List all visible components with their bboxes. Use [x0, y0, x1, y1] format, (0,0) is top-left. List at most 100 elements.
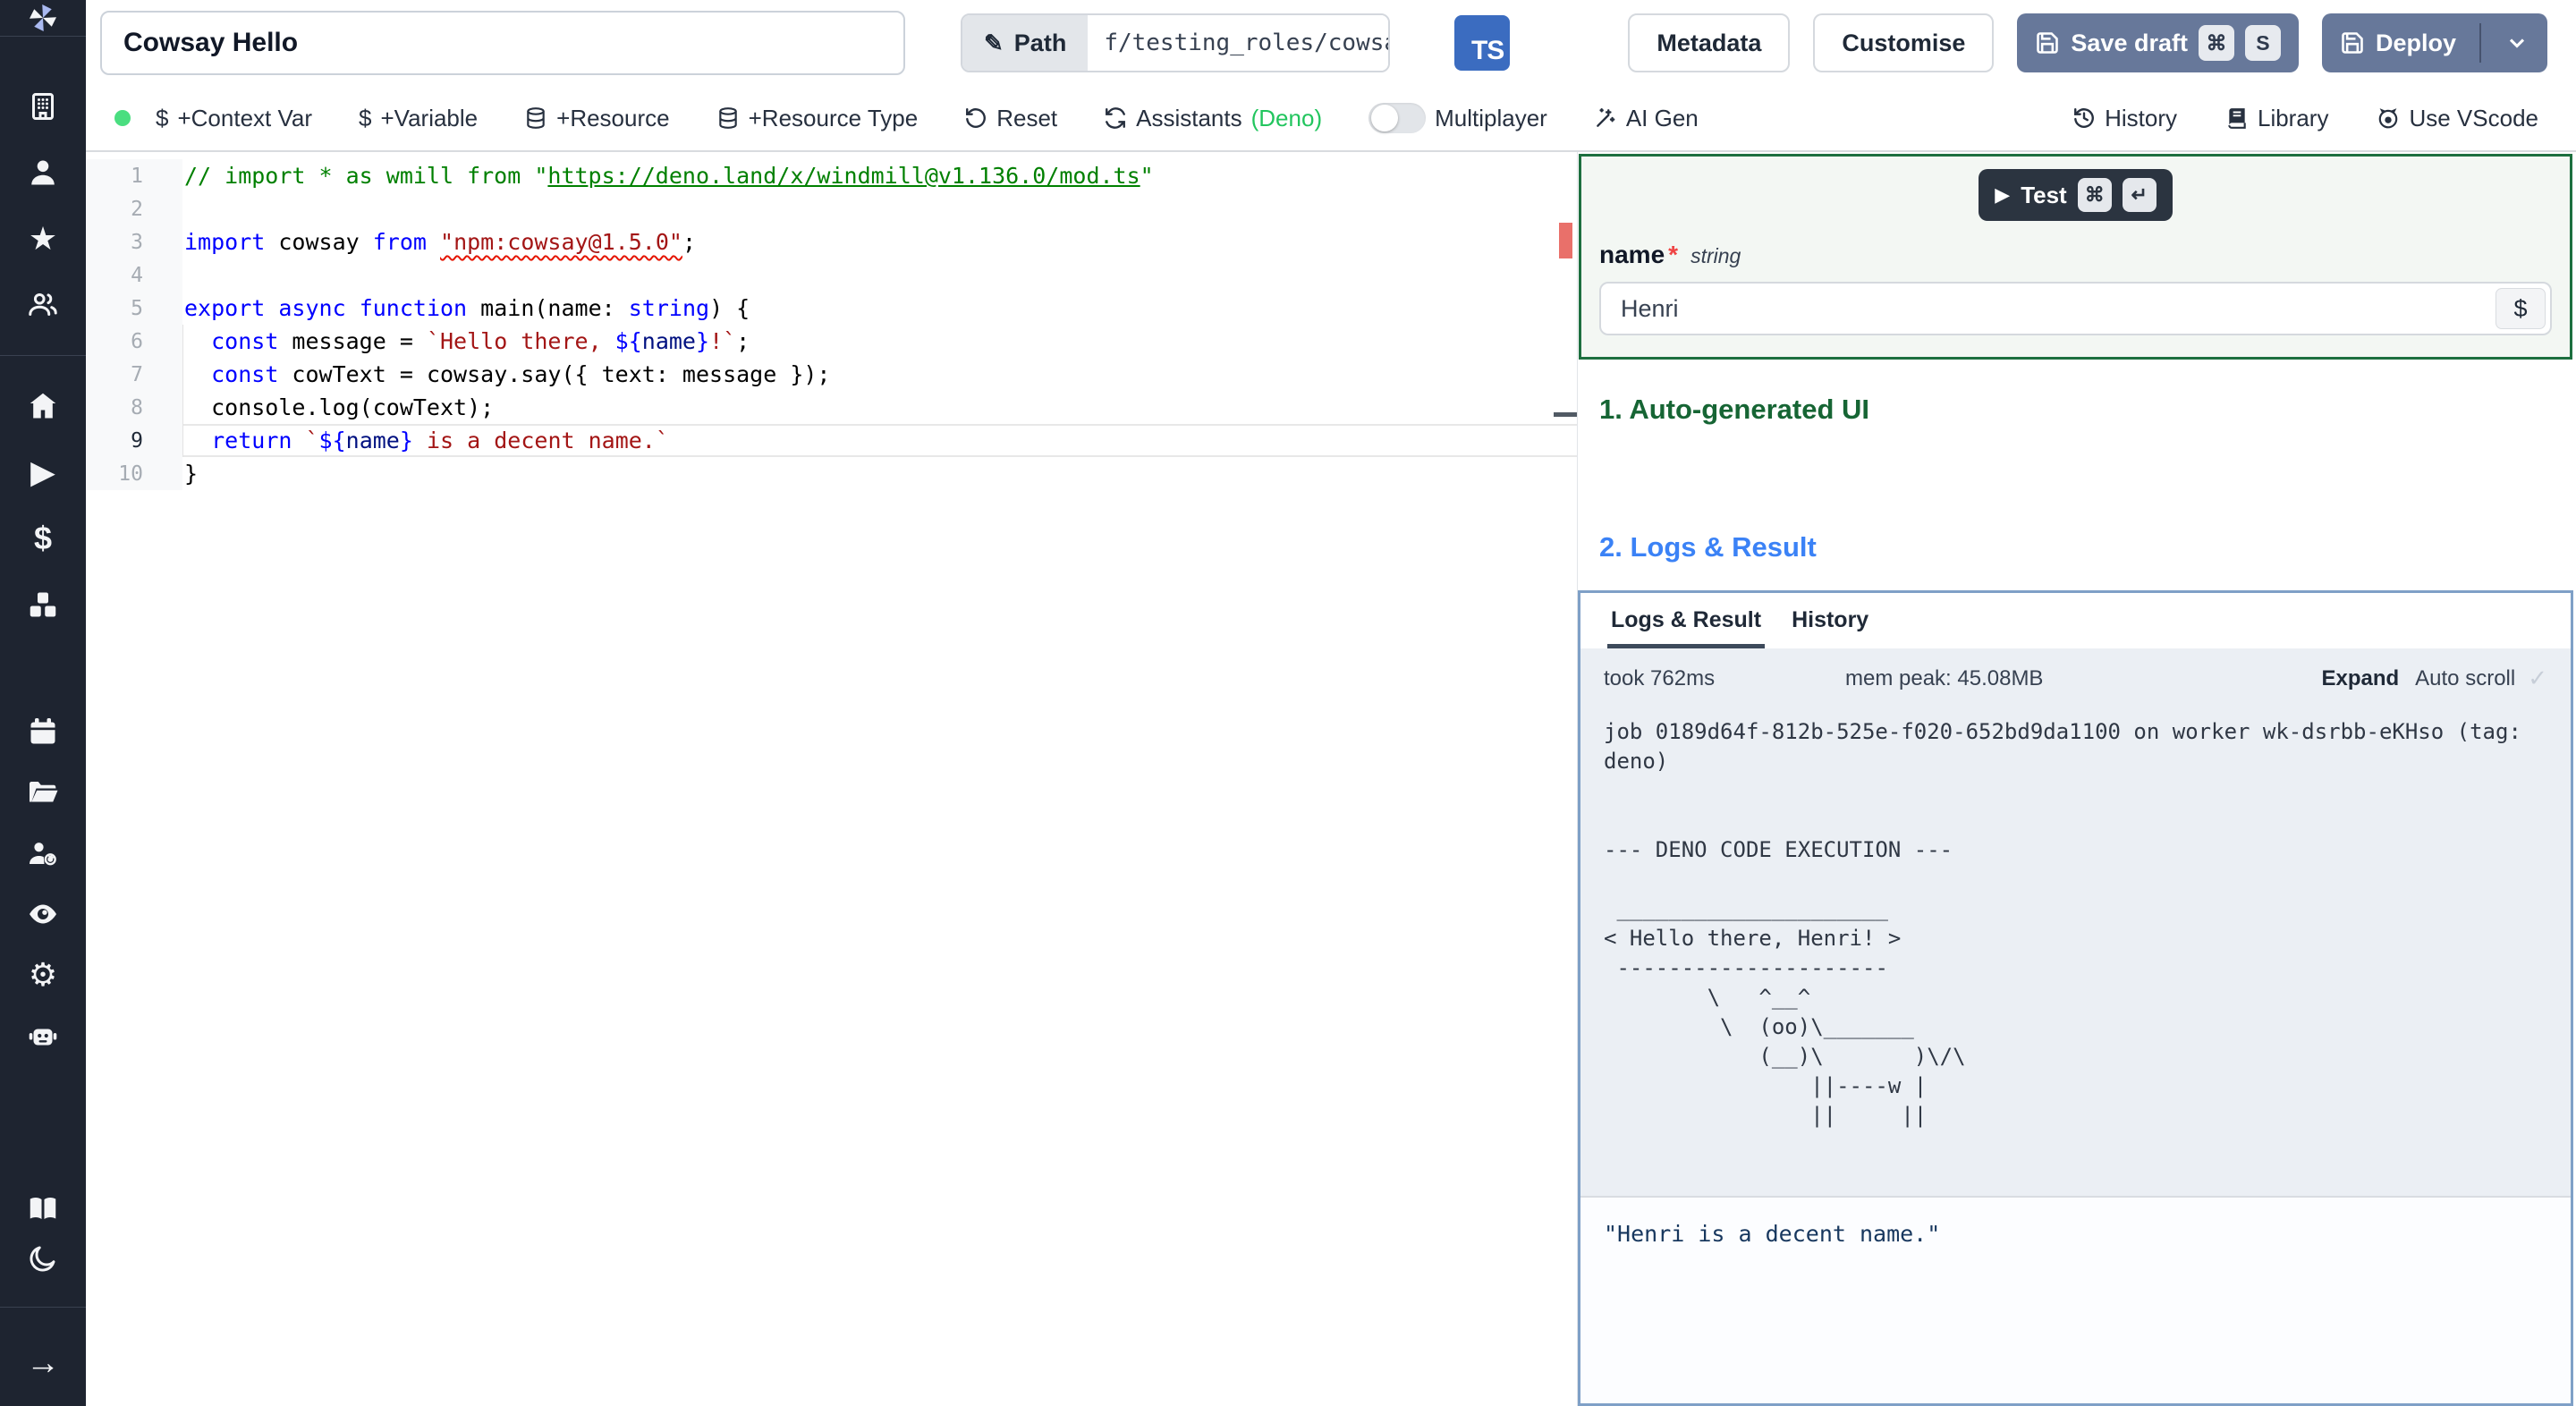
save-draft-label: Save draft — [2071, 29, 2188, 56]
path-value[interactable]: f/testing_roles/cowsa — [1088, 15, 1389, 71]
code-text[interactable] — [182, 192, 1577, 225]
metadata-button[interactable]: Metadata — [1628, 13, 1791, 72]
line-number: 3 — [86, 225, 182, 258]
test-button[interactable]: ▶ Test ⌘ ↵ — [1979, 169, 2173, 221]
code-text[interactable]: import cowsay from "npm:cowsay@1.5.0"; — [182, 225, 1577, 258]
sidebar-item-groups-users-icon[interactable] — [23, 287, 63, 323]
deploy-button[interactable]: Deploy — [2321, 13, 2547, 72]
add-context-var-button[interactable]: $ +Context Var — [156, 105, 312, 132]
code-text[interactable]: } — [182, 457, 1577, 490]
test-label: Test — [2021, 181, 2067, 208]
tab-logs-result[interactable]: Logs & Result — [1607, 593, 1766, 648]
required-mark: * — [1668, 241, 1679, 268]
toolbar-right-actions: History Library Use VScode — [2072, 105, 2576, 132]
sidebar-item-ai-robot-icon[interactable] — [23, 1018, 63, 1054]
use-vscode-button[interactable]: Use VScode — [2377, 105, 2538, 132]
sidebar-item-user-icon[interactable] — [23, 155, 63, 191]
chevron-down-icon[interactable] — [2504, 30, 2529, 55]
sidebar-item-docs-book-open-icon[interactable] — [23, 1190, 63, 1226]
deploy-divider — [2479, 23, 2481, 63]
status-dot — [114, 110, 131, 126]
library-button[interactable]: Library — [2225, 105, 2328, 132]
sidebar-item-folders-folder-icon[interactable] — [23, 775, 63, 810]
code-line-5[interactable]: 5 export async function main(name: string… — [86, 292, 1577, 325]
code-line-2[interactable]: 2 — [86, 192, 1577, 225]
dollar-icon: $ — [156, 104, 169, 131]
result-output[interactable]: "Henri is a decent name." — [1580, 1196, 2571, 1403]
pencil-icon: ✎ — [984, 29, 1004, 56]
github-icon — [2379, 108, 2398, 129]
add-variable-button[interactable]: $ +Variable — [359, 105, 478, 132]
code-line-3[interactable]: 3 import cowsay from "npm:cowsay@1.5.0"; — [86, 225, 1577, 258]
add-resource-button[interactable]: +Resource — [524, 105, 670, 132]
add-resource-type-button[interactable]: +Resource Type — [716, 105, 918, 132]
code-text[interactable]: const message = `Hello there, ${name} !`; — [182, 325, 1577, 358]
tab-history[interactable]: History — [1788, 593, 1872, 648]
sidebar-item-favorites-star-icon[interactable]: ★ — [23, 221, 63, 257]
sidebar-item-home-icon[interactable] — [23, 388, 63, 424]
code-text[interactable] — [182, 258, 1577, 292]
code-line-8[interactable]: 8 console.log(cowText); — [86, 391, 1577, 424]
sidebar-expand-arrow-right-icon[interactable]: → — [23, 1345, 63, 1381]
code-line-9[interactable]: 9 return ` ${name} is a decent name.` — [86, 424, 1577, 457]
dollar-icon: $ — [359, 104, 372, 131]
sidebar-item-settings-gear-icon[interactable]: ⚙ — [23, 957, 63, 993]
wand-icon — [1596, 108, 1615, 127]
code-line-10[interactable]: 10} — [86, 457, 1577, 490]
top-bar: ✎ Path f/testing_roles/cowsa TS Metadata… — [86, 0, 2576, 86]
line-number: 9 — [86, 424, 182, 457]
sidebar-item-groups-admin-user-cog-icon[interactable] — [23, 835, 63, 871]
sidebar-item-darkmode-moon-icon[interactable] — [23, 1241, 63, 1276]
sidebar-item-schedules-calendar-icon[interactable] — [23, 714, 63, 750]
customise-button[interactable]: Customise — [1813, 13, 1995, 72]
line-number: 10 — [86, 457, 182, 490]
kbd-enter: ↵ — [2122, 178, 2157, 212]
sidebar-bottom: → — [0, 1190, 86, 1406]
reset-button[interactable]: Reset — [964, 105, 1057, 132]
history-clock-icon — [2074, 108, 2094, 128]
arg-name-input[interactable] — [1599, 282, 2552, 335]
kbd-cmd: ⌘ — [2198, 25, 2234, 61]
save-icon — [2037, 32, 2059, 54]
path-button[interactable]: ✎ Path f/testing_roles/cowsa — [961, 13, 1391, 72]
sidebar-item-resources-boxes-icon[interactable] — [23, 587, 63, 623]
windmill-logo-icon[interactable] — [23, 0, 63, 36]
logs-body: took 762ms mem peak: 45.08MB Expand Auto… — [1580, 648, 2571, 1403]
expand-button[interactable]: Expand — [2321, 666, 2399, 691]
sidebar-item-runs-play-icon[interactable]: ▶ — [23, 454, 63, 490]
autoscroll-label[interactable]: Auto scroll — [2415, 666, 2515, 691]
assistants-button[interactable]: Assistants (Deno) — [1104, 105, 1322, 132]
autoscroll-check-icon[interactable]: ✓ — [2528, 665, 2547, 692]
log-output[interactable]: job 0189d64f-812b-525e-f020-652bd9da1100… — [1580, 698, 2571, 1196]
code-text[interactable]: console.log(cowText); — [182, 391, 1577, 424]
typescript-badge: TS — [1454, 15, 1511, 71]
code-text[interactable]: return ` ${name} is a decent name.` — [182, 424, 1577, 457]
code-line-4[interactable]: 4 — [86, 258, 1577, 292]
script-title-input[interactable] — [100, 11, 905, 75]
code-lines[interactable]: 1// import * as wmill from " https://deno… — [86, 159, 1577, 490]
code-text[interactable]: // import * as wmill from " https://deno.… — [182, 159, 1577, 192]
save-draft-button[interactable]: Save draft ⌘ S — [2017, 13, 2299, 72]
overview-ruler-error-marker — [1559, 223, 1572, 258]
line-number: 8 — [86, 391, 182, 424]
sidebar-item-workspace-building-icon[interactable] — [23, 89, 63, 124]
code-editor[interactable]: 1// import * as wmill from " https://deno… — [86, 152, 1577, 1406]
ai-gen-button[interactable]: AI Gen — [1594, 105, 1699, 132]
multiplayer-toggle[interactable] — [1368, 103, 1427, 133]
mem-peak: mem peak: 45.08MB — [1845, 665, 2044, 690]
assistants-lang: (Deno) — [1250, 104, 1323, 131]
code-line-7[interactable]: 7 const cowText = cowsay.say({ text: mes… — [86, 358, 1577, 391]
insert-variable-dollar-button[interactable]: $ — [2496, 288, 2546, 329]
content-row: 1// import * as wmill from " https://deno… — [86, 150, 2576, 1406]
sidebar-item-variables-dollar-icon[interactable]: $ — [23, 521, 63, 556]
code-text[interactable]: export async function main(name: string)… — [182, 292, 1577, 325]
code-text[interactable]: const cowText = cowsay.say({ text: messa… — [182, 358, 1577, 391]
code-line-1[interactable]: 1// import * as wmill from " https://deno… — [86, 159, 1577, 192]
sidebar-item-audit-eye-icon[interactable] — [23, 896, 63, 932]
rotate-ccw-icon — [966, 108, 987, 128]
history-button[interactable]: History — [2072, 105, 2177, 132]
sidebar-divider — [0, 1307, 86, 1308]
main-area: ✎ Path f/testing_roles/cowsa TS Metadata… — [86, 0, 2576, 1406]
multiplayer-label: Multiplayer — [1435, 104, 1547, 131]
code-line-6[interactable]: 6 const message = `Hello there, ${name}!… — [86, 325, 1577, 358]
